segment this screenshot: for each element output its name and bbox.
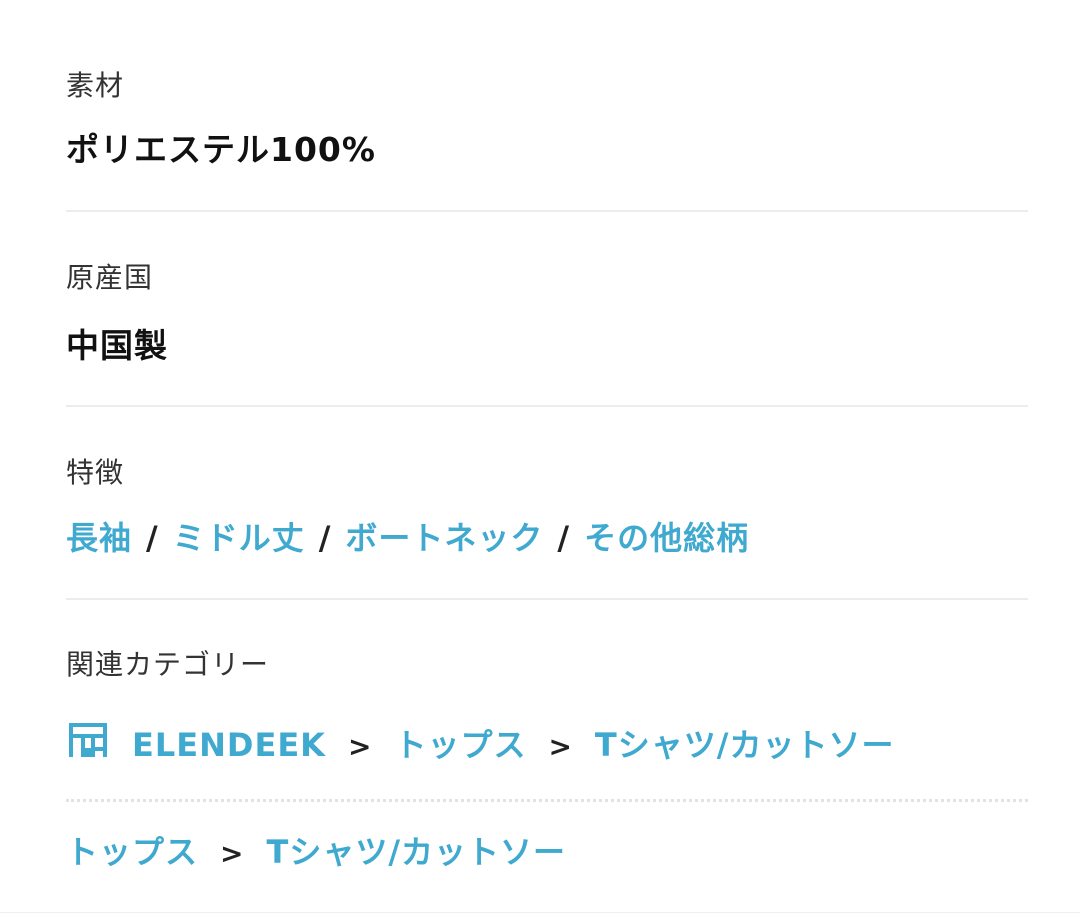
material-label: 素材: [66, 69, 125, 102]
divider: [66, 210, 1028, 212]
feature-link-long-sleeve[interactable]: 長袖: [66, 519, 132, 557]
category-link-brand[interactable]: ELENDEEK: [132, 726, 326, 764]
features-list: 長袖 / ミドル丈 / ボートネック / その他総柄: [66, 516, 749, 560]
category-breadcrumb-brand: ELENDEEK > トップス > Tシャツ/カットソー: [66, 722, 894, 769]
shop-icon[interactable]: [66, 722, 110, 760]
feature-link-other-pattern[interactable]: その他総柄: [584, 519, 749, 557]
breadcrumb-separator: >: [548, 730, 573, 763]
feature-link-boat-neck[interactable]: ボートネック: [345, 519, 543, 557]
origin-value: 中国製: [66, 326, 168, 365]
category-link-tshirts[interactable]: Tシャツ/カットソー: [266, 833, 566, 871]
feature-link-middle-length[interactable]: ミドル丈: [173, 519, 305, 557]
material-value: ポリエステル100%: [66, 130, 376, 169]
categories-label: 関連カテゴリー: [66, 648, 270, 681]
breadcrumb-separator: >: [220, 837, 245, 870]
category-breadcrumb-general: トップス > Tシャツ/カットソー: [66, 830, 566, 876]
features-label: 特徴: [66, 456, 125, 489]
feature-separator: /: [318, 519, 332, 557]
feature-separator: /: [146, 519, 159, 557]
dotted-divider: [66, 799, 1028, 802]
category-link-tops[interactable]: トップス: [394, 726, 526, 764]
feature-separator: /: [557, 519, 571, 557]
divider: [66, 405, 1028, 407]
origin-label: 原産国: [66, 261, 154, 294]
divider: [66, 598, 1028, 600]
breadcrumb-separator: >: [347, 730, 373, 763]
category-link-tops[interactable]: トップス: [66, 833, 198, 871]
category-link-tshirts[interactable]: Tシャツ/カットソー: [595, 726, 895, 764]
